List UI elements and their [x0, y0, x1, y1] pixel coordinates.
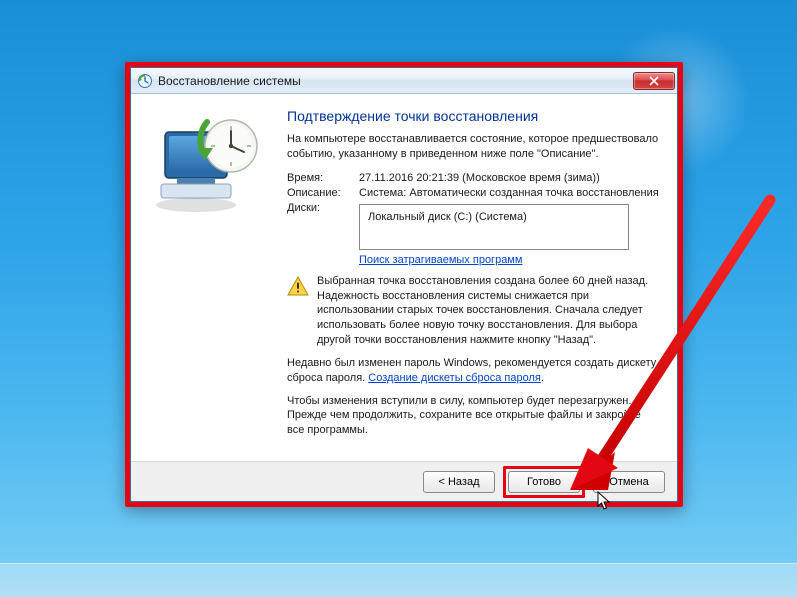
titlebar[interactable]: Восстановление системы — [131, 68, 677, 94]
cancel-button[interactable]: Отмена — [593, 471, 665, 493]
finish-button[interactable]: Готово — [508, 471, 580, 493]
warning-row: Выбранная точка восстановления создана б… — [287, 274, 659, 348]
password-note: Недавно был изменен пароль Windows, реко… — [287, 356, 659, 386]
field-description: Описание: Система: Автоматически созданн… — [287, 187, 659, 199]
close-button[interactable] — [633, 72, 675, 90]
system-restore-window: Восстановление системы — [130, 67, 678, 502]
system-restore-icon — [137, 73, 153, 89]
time-value: 27.11.2016 20:21:39 (Московское время (з… — [359, 172, 659, 184]
hero-illustration — [147, 108, 275, 453]
back-button[interactable]: < Назад — [423, 471, 495, 493]
finish-highlight: Готово — [503, 466, 585, 498]
heading: Подтверждение точки восстановления — [287, 108, 659, 124]
password-disk-link[interactable]: Создание дискеты сброса пароля — [368, 372, 541, 384]
time-label: Время: — [287, 172, 359, 184]
restart-note: Чтобы изменения вступили в силу, компьют… — [287, 394, 659, 439]
warning-text: Выбранная точка восстановления создана б… — [317, 274, 659, 348]
desc-value: Система: Автоматически созданная точка в… — [359, 187, 659, 199]
disks-label: Диски: — [287, 202, 359, 214]
main-column: Подтверждение точки восстановления На ко… — [287, 108, 659, 453]
field-disks: Диски: Локальный диск (C:) (Система) Пои… — [287, 202, 659, 266]
intro-text: На компьютере восстанавливается состояни… — [287, 132, 659, 162]
button-row: < Назад Готово Отмена — [131, 461, 677, 501]
disks-listbox[interactable]: Локальный диск (C:) (Система) — [359, 204, 629, 250]
field-time: Время: 27.11.2016 20:21:39 (Московское в… — [287, 172, 659, 184]
disks-value: Локальный диск (C:) (Система) — [368, 211, 527, 223]
taskbar[interactable] — [0, 563, 797, 597]
warning-icon — [287, 274, 309, 348]
content-area: Подтверждение точки восстановления На ко… — [131, 94, 677, 461]
annotation-frame: Восстановление системы — [125, 62, 683, 507]
affected-programs-link[interactable]: Поиск затрагиваемых программ — [359, 254, 522, 266]
window-title: Восстановление системы — [158, 74, 633, 88]
desc-label: Описание: — [287, 187, 359, 199]
